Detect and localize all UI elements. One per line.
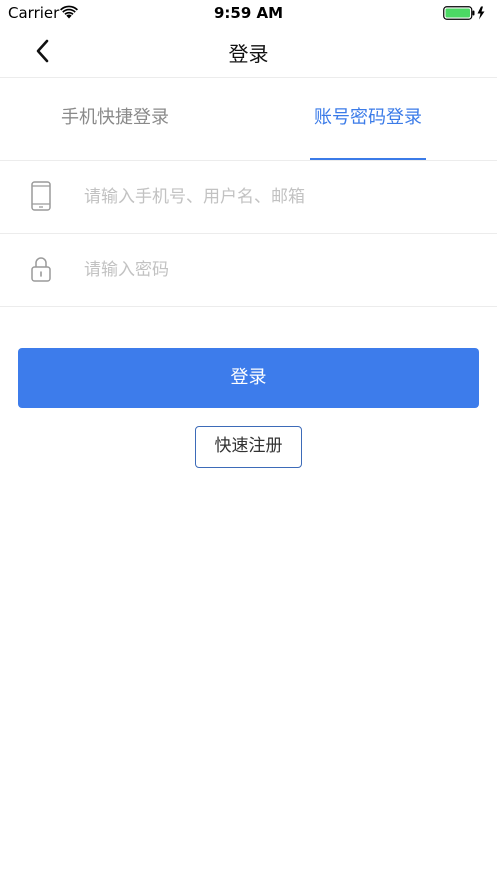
- phone-icon: [31, 181, 51, 211]
- username-row: [0, 161, 497, 234]
- tab-phone-quick-login[interactable]: 手机快捷登录: [40, 78, 190, 161]
- page-title: 登录: [228, 42, 269, 66]
- battery-charging-icon: [443, 6, 485, 20]
- quick-register-button[interactable]: 快速注册: [195, 426, 302, 468]
- status-bar: Carrier 9:59 AM: [0, 0, 497, 26]
- login-button[interactable]: 登录: [18, 348, 479, 408]
- username-input[interactable]: [84, 179, 464, 215]
- navigation-bar: 登录: [0, 26, 497, 78]
- tab-account-password-login[interactable]: 账号密码登录: [300, 78, 436, 161]
- active-tab-indicator: [310, 158, 426, 160]
- login-tabs: 手机快捷登录 账号密码登录: [0, 78, 497, 161]
- password-input[interactable]: [84, 252, 464, 288]
- lock-icon: [31, 257, 51, 282]
- password-row: [0, 234, 497, 307]
- clock: 9:59 AM: [213, 4, 284, 22]
